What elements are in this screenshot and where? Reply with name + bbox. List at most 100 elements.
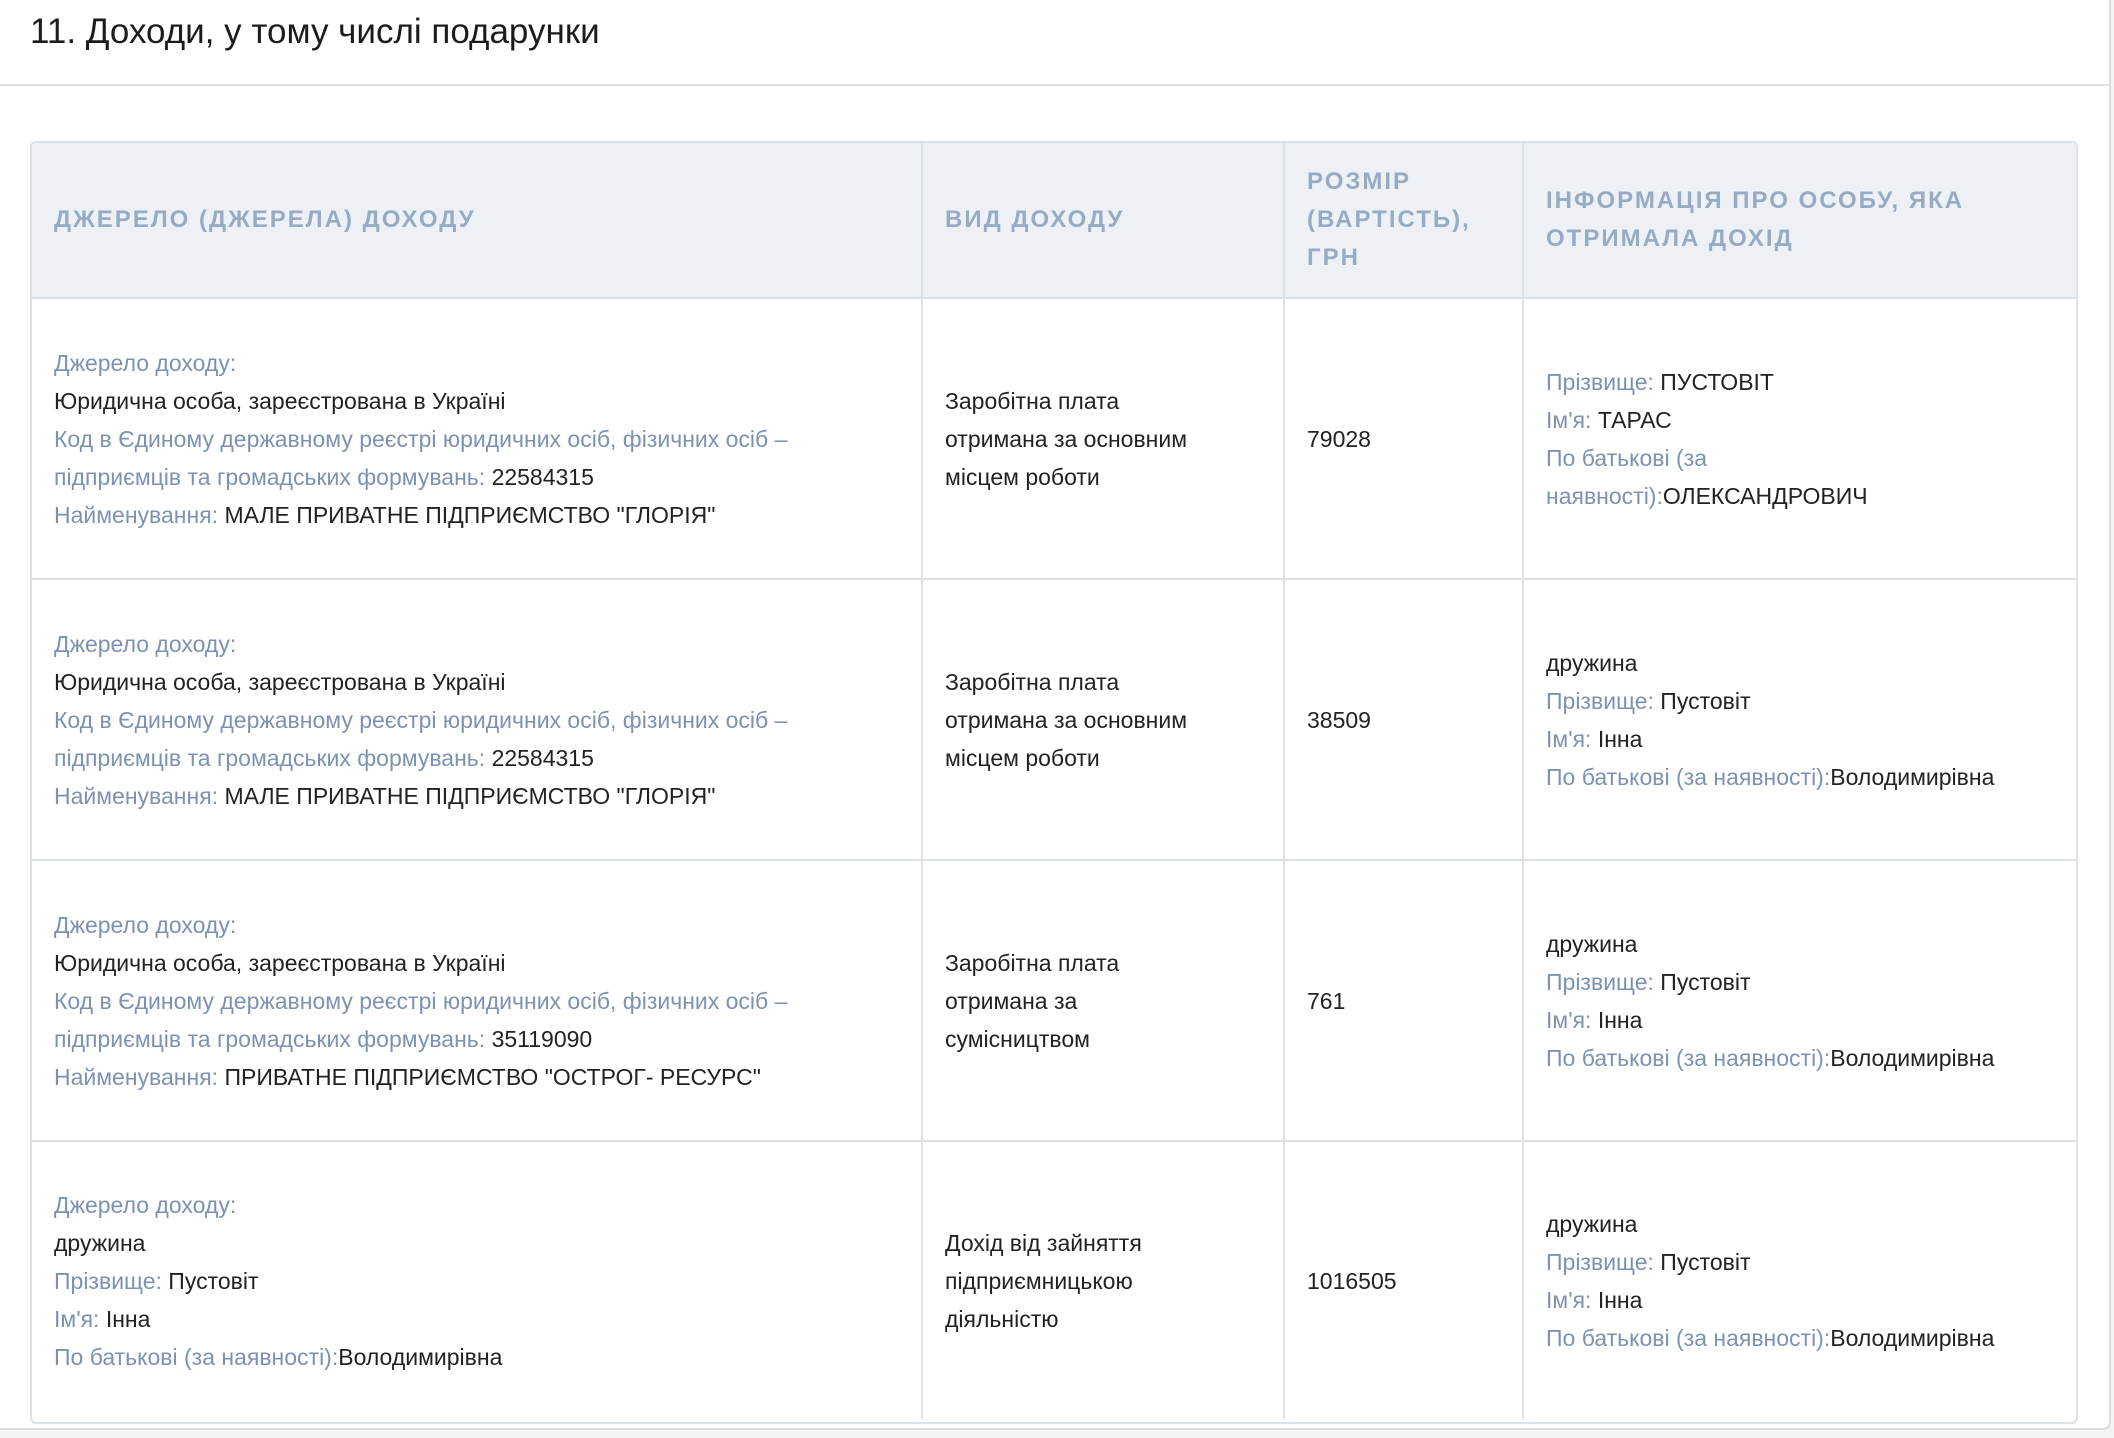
header-amount-line: РОЗМІР [1307,168,1412,195]
recipient-surname: Пустовіт [1660,1248,1751,1275]
header-recipient-line: ОТРИМАЛА ДОХІД [1546,225,1794,252]
section-divider [0,84,2110,86]
recipient-surname: Пустовіт [1660,968,1751,995]
recipient-relation: дружина [1546,930,1638,957]
income-type-line: сумісництвом [945,1025,1090,1052]
amount-cell: 1016505 [1284,1141,1524,1419]
first-name-label: Ім'я: [1546,725,1592,752]
source-kind: Юридична особа, зареєстрована в Україні [54,387,506,414]
income-type-line: отримана за основним [945,706,1188,733]
registry-code: 22584315 [491,744,594,771]
table-row: Джерело доходу: Юридична особа, зареєстр… [32,298,2076,580]
registry-code: 35119090 [491,1025,593,1052]
source-cell: Джерело доходу: Юридична особа, зареєстр… [32,579,923,861]
source-label: Джерело доходу: [54,349,237,376]
income-type-line: місцем роботи [945,744,1100,771]
patronymic-label: По батькові (за [1546,444,1707,471]
recipient-first-name: Інна [1597,725,1643,752]
source-cell: Джерело доходу: Юридична особа, зареєстр… [32,298,923,580]
code-label: підприємців та громадських формувань: [54,1025,486,1052]
header-recipient-line: ІНФОРМАЦІЯ ПРО ОСОБУ, ЯКА [1546,187,1965,214]
company-name: МАЛЕ ПРИВАТНЕ ПІДПРИЄМСТВО "ГЛОРІЯ" [224,782,716,809]
table-row: Джерело доходу: Юридична особа, зареєстр… [32,579,2076,861]
surname-label: Прізвище: [1546,1248,1654,1275]
patronymic-label: наявності): [1546,482,1663,509]
source-label: Джерело доходу: [54,630,237,657]
name-label: Найменування: [54,782,219,809]
income-type-line: Заробітна плата [945,949,1120,976]
header-recipient: ІНФОРМАЦІЯ ПРО ОСОБУ, ЯКА ОТРИМАЛА ДОХІД [1523,143,2076,299]
income-type-line: Заробітна плата [945,387,1120,414]
table-row: Джерело доходу: дружина Прізвище: Пустов… [32,1141,2076,1419]
income-section-card: 11. Доходи, у тому числі подарунки ДЖЕРЕ… [0,0,2111,1430]
first-name-label: Ім'я: [1546,1286,1592,1313]
source-relation: дружина [54,1229,146,1256]
surname-label: Прізвище: [1546,368,1654,395]
patronymic-label: По батькові (за наявності): [1546,763,1831,790]
amount-cell: 79028 [1284,298,1524,580]
registry-code: 22584315 [491,463,594,490]
patronymic-label: По батькові (за наявності): [1546,1044,1831,1071]
income-type-line: отримана за основним [945,425,1188,452]
amount-cell: 761 [1284,860,1524,1142]
first-name-label: Ім'я: [54,1305,100,1332]
header-amount: РОЗМІР (ВАРТІСТЬ), ГРН [1284,143,1524,299]
recipient-first-name: Інна [1597,1006,1643,1033]
patronymic-label: По батькові (за наявності): [1546,1324,1831,1351]
income-type-cell: Заробітна плата отримана за основним міс… [922,298,1285,580]
source-surname: Пустовіт [168,1267,259,1294]
company-name: МАЛЕ ПРИВАТНЕ ПІДПРИЄМСТВО "ГЛОРІЯ" [224,501,716,528]
code-label: Код в Єдиному державному реєстрі юридичн… [54,987,788,1014]
surname-label: Прізвище: [1546,968,1654,995]
header-type: ВИД ДОХОДУ [922,143,1285,299]
recipient-cell: дружина Прізвище: Пустовіт Ім'я: Інна По… [1523,1141,2076,1419]
company-name: ПРИВАТНЕ ПІДПРИЄМСТВО "ОСТРОГ- РЕСУРС" [224,1063,761,1090]
patronymic-label: По батькові (за наявності): [54,1343,339,1370]
first-name-label: Ім'я: [1546,406,1592,433]
income-type-line: підприємницькою [945,1267,1133,1294]
code-label: підприємців та громадських формувань: [54,463,486,490]
source-patronymic: Володимирівна [338,1343,503,1370]
source-cell: Джерело доходу: дружина Прізвище: Пустов… [32,1141,923,1419]
recipient-patronymic: Володимирівна [1830,1324,1995,1351]
code-label: підприємців та громадських формувань: [54,744,486,771]
code-label: Код в Єдиному державному реєстрі юридичн… [54,706,788,733]
source-label: Джерело доходу: [54,1191,237,1218]
income-type-line: Заробітна плата [945,668,1120,695]
header-source: ДЖЕРЕЛО (ДЖЕРЕЛА) ДОХОДУ [32,143,923,299]
source-cell: Джерело доходу: Юридична особа, зареєстр… [32,860,923,1142]
header-amount-line: ГРН [1307,244,1360,271]
income-type-cell: Заробітна плата отримана за сумісництвом [922,860,1285,1142]
name-label: Найменування: [54,1063,219,1090]
first-name-label: Ім'я: [1546,1006,1592,1033]
income-type-line: діяльністю [945,1305,1059,1332]
recipient-relation: дружина [1546,1210,1638,1237]
recipient-first-name: ТАРАС [1597,406,1672,433]
surname-label: Прізвище: [54,1267,162,1294]
recipient-patronymic: ОЛЕКСАНДРОВИЧ [1662,482,1868,509]
surname-label: Прізвище: [1546,687,1654,714]
recipient-first-name: Інна [1597,1286,1643,1313]
amount-cell: 38509 [1284,579,1524,861]
source-kind: Юридична особа, зареєстрована в Україні [54,668,506,695]
recipient-cell: дружина Прізвище: Пустовіт Ім'я: Інна По… [1523,579,2076,861]
source-first-name: Інна [105,1305,151,1332]
recipient-surname: ПУСТОВІТ [1660,368,1774,395]
income-table: ДЖЕРЕЛО (ДЖЕРЕЛА) ДОХОДУ ВИД ДОХОДУ РОЗМ… [30,141,2078,1424]
recipient-patronymic: Володимирівна [1830,763,1995,790]
header-amount-line: (ВАРТІСТЬ), [1307,206,1471,233]
recipient-surname: Пустовіт [1660,687,1751,714]
table-header-row: ДЖЕРЕЛО (ДЖЕРЕЛА) ДОХОДУ ВИД ДОХОДУ РОЗМ… [32,143,2076,299]
source-label: Джерело доходу: [54,911,237,938]
income-type-line: Дохід від зайняття [945,1229,1142,1256]
income-type-line: отримана за [945,987,1078,1014]
table-row: Джерело доходу: Юридична особа, зареєстр… [32,860,2076,1142]
code-label: Код в Єдиному державному реєстрі юридичн… [54,425,788,452]
section-title: 11. Доходи, у тому числі подарунки [30,12,600,51]
name-label: Найменування: [54,501,219,528]
income-type-line: місцем роботи [945,463,1100,490]
source-kind: Юридична особа, зареєстрована в Україні [54,949,506,976]
recipient-cell: дружина Прізвище: Пустовіт Ім'я: Інна По… [1523,860,2076,1142]
recipient-patronymic: Володимирівна [1830,1044,1995,1071]
income-type-cell: Заробітна плата отримана за основним міс… [922,579,1285,861]
